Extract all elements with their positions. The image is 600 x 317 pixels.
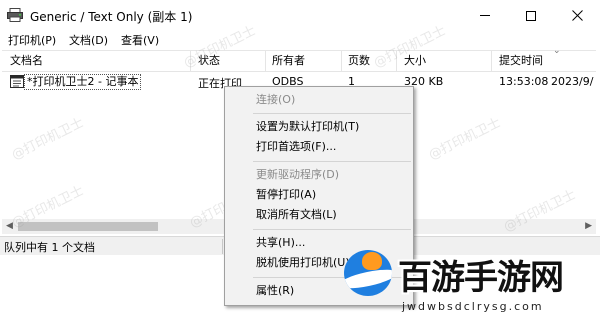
column-header-submitted[interactable]: 提交时间 (499, 52, 543, 71)
queue-status: 队列中有 1 个文档 (4, 241, 95, 254)
column-divider[interactable] (491, 51, 492, 71)
column-header-owner[interactable]: 所有者 (272, 52, 305, 71)
scroll-right-icon[interactable]: ▶ (585, 221, 592, 231)
menu-bar: 打印机(P) 文档(D) 查看(V) (0, 31, 600, 50)
logo-text: 百游手游网 (398, 258, 564, 298)
document-icon (10, 75, 24, 88)
document-name: *打印机卫士2 - 记事本 (24, 74, 142, 90)
menu-separator (253, 229, 411, 230)
document-date: 2023/9/ (551, 75, 594, 88)
document-time: 13:53:08 (499, 75, 549, 88)
column-header-status[interactable]: 状态 (198, 52, 220, 71)
column-divider[interactable] (341, 51, 342, 71)
column-divider[interactable] (190, 51, 191, 71)
close-icon (571, 10, 583, 21)
menu-item-update-driver: 更新驱动程序(D) (256, 168, 340, 181)
column-divider[interactable] (265, 51, 266, 71)
menu-item-cancel-all[interactable]: 取消所有文档(L) (225, 205, 413, 225)
maximize-icon (526, 10, 536, 21)
title-bar[interactable]: Generic / Text Only (副本 1) (0, 0, 600, 31)
menu-document[interactable]: 文档(D) (69, 32, 108, 48)
menu-printer[interactable]: 打印机(P) (8, 32, 56, 48)
maximize-button[interactable] (508, 0, 554, 31)
menu-separator (253, 161, 411, 162)
site-logo: 百游手游网 jwdwbsdclrysg.com (344, 244, 600, 317)
print-queue-window: Generic / Text Only (副本 1) 打印机(P) 文档(D) … (0, 0, 600, 317)
window-title: Generic / Text Only (副本 1) (30, 10, 193, 24)
column-header-document-name[interactable]: 文档名 (10, 52, 43, 71)
chevron-down-icon: ⌄ (553, 46, 561, 56)
close-button[interactable] (554, 0, 600, 31)
scrollbar-thumb[interactable] (18, 222, 158, 231)
menu-item-connect: 连接(O) (256, 93, 296, 106)
logo-subtext: jwdwbsdclrysg.com (402, 300, 544, 313)
printer-icon (7, 8, 23, 22)
scroll-left-icon[interactable]: ◀ (6, 221, 13, 231)
header-divider (2, 71, 596, 72)
column-header-pages[interactable]: 页数 (348, 52, 370, 71)
minimize-button[interactable] (462, 0, 508, 31)
menu-item-pause-printing[interactable]: 暂停打印(A) (225, 185, 413, 205)
menu-item-preferences[interactable]: 打印首选项(F)... (225, 137, 413, 157)
menu-view[interactable]: 查看(V) (121, 32, 159, 48)
status-divider (222, 239, 223, 254)
logo-mark-icon (344, 250, 392, 296)
menu-separator (253, 113, 411, 114)
column-header-size[interactable]: 大小 (404, 52, 426, 71)
minimize-icon (480, 15, 490, 16)
menu-item-set-default[interactable]: 设置为默认打印机(T) (225, 117, 413, 137)
column-divider[interactable] (396, 51, 397, 71)
